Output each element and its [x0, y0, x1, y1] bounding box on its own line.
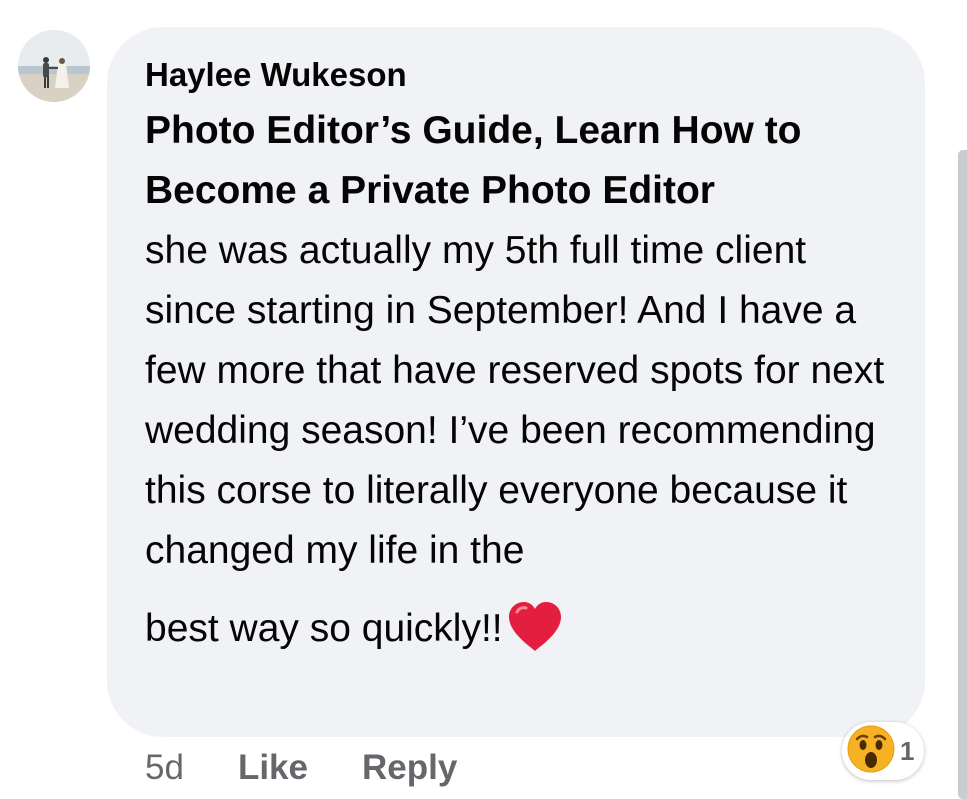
- reaction-summary[interactable]: 1: [842, 722, 925, 780]
- comment-thread: Haylee Wukeson Photo Editor’s Guide, Lea…: [0, 0, 967, 799]
- reply-button[interactable]: Reply: [362, 742, 457, 794]
- comment-actions: 5d Like Reply: [145, 742, 457, 794]
- comment-author[interactable]: Haylee Wukeson: [145, 55, 895, 95]
- avatar[interactable]: [18, 30, 90, 102]
- scrollbar[interactable]: [958, 150, 967, 799]
- like-button[interactable]: Like: [238, 742, 308, 794]
- comment-timestamp[interactable]: 5d: [145, 742, 184, 794]
- comment-bubble: Haylee Wukeson Photo Editor’s Guide, Lea…: [107, 27, 925, 737]
- wow-emoji-icon: [846, 724, 896, 779]
- comment-last-line-text: best way so quickly!!: [145, 607, 503, 650]
- avatar-photo-icon: [18, 30, 90, 102]
- reaction-count: 1: [900, 735, 915, 766]
- red-heart-icon: [505, 599, 565, 673]
- comment-last-line: best way so quickly!!: [145, 599, 895, 673]
- tagged-page-link[interactable]: Photo Editor’s Guide, Learn How to Becom…: [145, 101, 895, 221]
- comment-text: she was actually my 5th full time client…: [145, 229, 885, 572]
